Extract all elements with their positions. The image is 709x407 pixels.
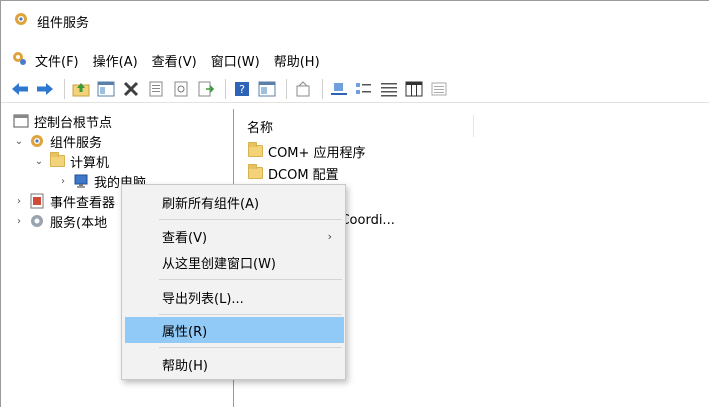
tree-label-computers: 计算机 bbox=[70, 155, 110, 171]
tree-node-event-viewer[interactable]: › 事件查看器 bbox=[13, 191, 115, 211]
preview-icon[interactable] bbox=[170, 78, 192, 100]
large-icons-view-icon[interactable] bbox=[328, 78, 350, 100]
context-menu-properties[interactable]: 属性(R) bbox=[125, 317, 344, 343]
tree-node-component-services[interactable]: ⌄ 组件服务 bbox=[13, 131, 102, 151]
list-view-icon[interactable] bbox=[378, 78, 400, 100]
services-gear-icon bbox=[29, 213, 45, 229]
tree-label-event-viewer: 事件查看器 bbox=[50, 195, 116, 211]
forward-arrow-icon[interactable] bbox=[34, 78, 56, 100]
context-menu: 刷新所有组件(A) 查看(V) › 从这里创建窗口(W) 导出列表(L)... … bbox=[121, 184, 346, 380]
help-icon[interactable]: ? bbox=[231, 78, 253, 100]
context-menu-refresh-all[interactable]: 刷新所有组件(A) bbox=[125, 189, 344, 215]
toolbar-separator bbox=[64, 78, 65, 99]
context-menu-export-list[interactable]: 导出列表(L)... bbox=[125, 284, 344, 310]
menu-file[interactable]: 文件(F) bbox=[35, 51, 79, 70]
component-services-window: 组件服务 文件(F) 操作(A) 查看(V) 窗口(W) 帮助(H) ? 控制台… bbox=[0, 0, 709, 407]
chevron-right-icon[interactable]: › bbox=[13, 216, 25, 227]
chevron-right-icon[interactable]: › bbox=[57, 176, 69, 187]
tree-node-console-root[interactable]: 控制台根节点 bbox=[13, 111, 112, 131]
menu-help[interactable]: 帮助(H) bbox=[274, 51, 320, 70]
console-root-icon bbox=[13, 113, 29, 129]
tree-label-console-root: 控制台根节点 bbox=[34, 115, 113, 131]
up-folder-icon[interactable] bbox=[70, 78, 92, 100]
back-arrow-icon[interactable] bbox=[9, 78, 31, 100]
folder-icon bbox=[247, 164, 263, 181]
tree-label-component-services: 组件服务 bbox=[50, 135, 103, 151]
tree-label-services-local: 服务(本地 bbox=[50, 215, 108, 231]
folder-icon bbox=[49, 152, 65, 169]
list-item[interactable]: DCOM 配置 bbox=[247, 163, 339, 183]
chevron-down-icon[interactable]: ⌄ bbox=[33, 156, 45, 167]
component-services-icon bbox=[29, 133, 45, 149]
list-item[interactable]: COM+ 应用程序 bbox=[247, 141, 366, 161]
show-hide-tree-icon[interactable] bbox=[95, 78, 117, 100]
new-object-icon[interactable] bbox=[292, 78, 314, 100]
context-menu-separator bbox=[159, 279, 342, 280]
column-header-name[interactable]: 名称 bbox=[247, 117, 273, 137]
details-view-icon[interactable] bbox=[403, 78, 425, 100]
tree-node-services-local[interactable]: › 服务(本地 bbox=[13, 211, 107, 231]
menu-bar: 文件(F) 操作(A) 查看(V) 窗口(W) 帮助(H) bbox=[1, 49, 334, 71]
delete-icon[interactable] bbox=[120, 78, 142, 100]
menu-view[interactable]: 查看(V) bbox=[152, 51, 197, 70]
folder-icon bbox=[247, 142, 263, 159]
context-menu-item-label: 帮助(H) bbox=[162, 358, 208, 374]
context-menu-help[interactable]: 帮助(H) bbox=[125, 351, 344, 377]
window-icon[interactable] bbox=[256, 78, 278, 100]
tree-node-computers[interactable]: ⌄ 计算机 bbox=[33, 151, 109, 171]
chevron-right-icon[interactable]: › bbox=[13, 196, 25, 207]
window-title: 组件服务 bbox=[37, 15, 90, 31]
context-menu-item-label: 刷新所有组件(A) bbox=[162, 196, 260, 212]
svg-text:?: ? bbox=[239, 83, 245, 96]
toolbar-separator bbox=[322, 78, 323, 99]
context-menu-item-label: 导出列表(L)... bbox=[162, 291, 244, 307]
app-gear-icon bbox=[13, 11, 29, 31]
context-menu-new-window-from-here[interactable]: 从这里创建窗口(W) bbox=[125, 249, 344, 275]
menu-window[interactable]: 窗口(W) bbox=[211, 51, 260, 70]
context-menu-item-label: 属性(R) bbox=[162, 324, 208, 340]
toolbar-separator bbox=[225, 78, 226, 99]
my-computer-icon bbox=[73, 173, 89, 189]
context-menu-view[interactable]: 查看(V) › bbox=[125, 223, 344, 249]
context-menu-item-label: 从这里创建窗口(W) bbox=[162, 256, 276, 272]
event-viewer-icon bbox=[29, 193, 45, 209]
app-menu-icon[interactable] bbox=[11, 50, 27, 70]
context-menu-item-label: 查看(V) bbox=[162, 230, 208, 246]
detail-list-icon[interactable] bbox=[428, 78, 450, 100]
title-bar: 组件服务 bbox=[1, 1, 709, 41]
list-item-label: COM+ 应用程序 bbox=[268, 145, 366, 161]
submenu-arrow-icon: › bbox=[327, 229, 332, 243]
toolbar: ? bbox=[1, 75, 709, 103]
toolbar-separator bbox=[286, 78, 287, 99]
context-menu-separator bbox=[159, 347, 342, 348]
small-icons-view-icon[interactable] bbox=[353, 78, 375, 100]
context-menu-separator bbox=[159, 314, 342, 315]
chevron-down-icon[interactable]: ⌄ bbox=[13, 136, 25, 147]
context-menu-separator bbox=[159, 219, 342, 220]
properties-icon[interactable] bbox=[145, 78, 167, 100]
export-list-icon[interactable] bbox=[195, 78, 217, 100]
list-item-label: DCOM 配置 bbox=[268, 167, 339, 183]
column-divider[interactable] bbox=[473, 115, 474, 137]
menu-action[interactable]: 操作(A) bbox=[93, 51, 138, 70]
